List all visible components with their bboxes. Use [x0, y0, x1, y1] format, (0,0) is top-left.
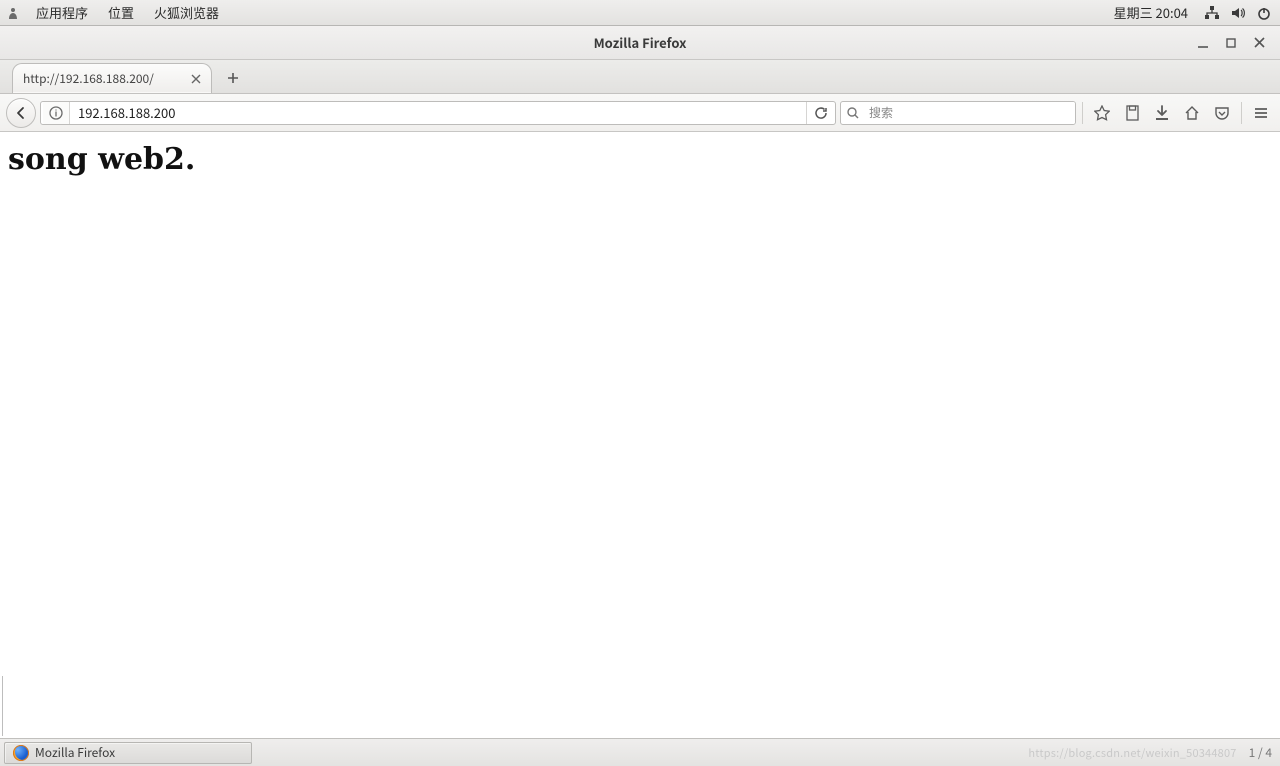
search-icon [841, 107, 865, 119]
downloads-button[interactable] [1149, 100, 1175, 126]
page-content: song web2. [0, 132, 1280, 738]
window-titlebar[interactable]: Mozilla Firefox [0, 26, 1280, 60]
home-button[interactable] [1179, 100, 1205, 126]
taskbar-app-firefox[interactable]: Mozilla Firefox [4, 742, 252, 764]
bookmark-star-button[interactable] [1089, 100, 1115, 126]
window-maximize-button[interactable] [1224, 36, 1238, 50]
window-close-button[interactable] [1252, 36, 1266, 50]
new-tab-button[interactable] [220, 66, 246, 90]
page-heading: song web2. [8, 142, 1272, 177]
menu-firefox-label: 火狐浏览器 [154, 3, 219, 22]
search-bar[interactable] [840, 101, 1076, 125]
firefox-window: Mozilla Firefox http://192.168.188.200/ [0, 26, 1280, 738]
window-title: Mozilla Firefox [594, 33, 687, 52]
browser-tab[interactable]: http://192.168.188.200/ [12, 63, 212, 93]
page-counter: 1 / 4 [1249, 744, 1272, 761]
bookmarks-list-button[interactable] [1119, 100, 1145, 126]
reload-button[interactable] [807, 102, 835, 124]
desktop-bottom-panel: Mozilla Firefox https://blog.csdn.net/we… [0, 738, 1280, 766]
url-bar[interactable] [40, 101, 836, 125]
menu-firefox[interactable]: 火狐浏览器 [144, 0, 229, 25]
back-button[interactable] [6, 98, 36, 128]
menu-applications-label: 应用程序 [36, 3, 88, 22]
window-resize-handle[interactable] [2, 676, 6, 736]
menu-places[interactable]: 位置 [98, 0, 144, 25]
navigation-toolbar [0, 94, 1280, 132]
tab-close-button[interactable] [191, 72, 201, 85]
search-input[interactable] [865, 102, 1075, 124]
volume-icon[interactable] [1228, 0, 1248, 25]
network-icon[interactable] [1202, 0, 1222, 25]
activities-icon[interactable] [6, 6, 20, 20]
firefox-icon [13, 745, 29, 761]
desktop-top-panel: 应用程序 位置 火狐浏览器 星期三 20:04 [0, 0, 1280, 26]
tab-title: http://192.168.188.200/ [23, 70, 154, 87]
taskbar-app-label: Mozilla Firefox [35, 744, 115, 761]
hamburger-menu-button[interactable] [1248, 100, 1274, 126]
pocket-button[interactable] [1209, 100, 1235, 126]
panel-clock[interactable]: 星期三 20:04 [1106, 3, 1196, 22]
tab-strip: http://192.168.188.200/ [0, 60, 1280, 94]
menu-places-label: 位置 [108, 3, 134, 22]
watermark-text: https://blog.csdn.net/weixin_50344807 [1028, 745, 1236, 761]
url-input[interactable] [70, 102, 806, 124]
power-icon[interactable] [1254, 0, 1274, 25]
menu-applications[interactable]: 应用程序 [26, 0, 98, 25]
identity-info-icon[interactable] [43, 101, 69, 125]
window-minimize-button[interactable] [1196, 36, 1210, 50]
